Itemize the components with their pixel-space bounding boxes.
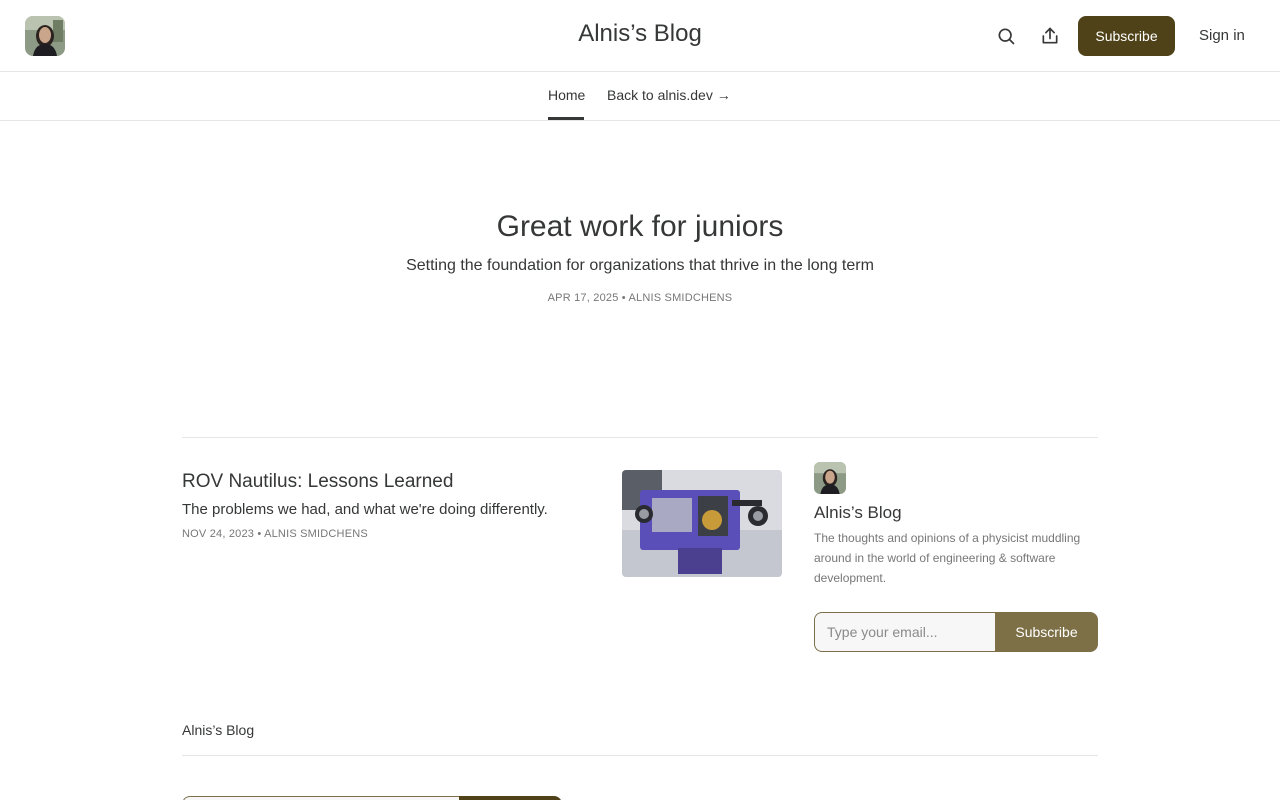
sidebar-description: The thoughts and opinions of a physicist… — [814, 531, 1081, 585]
footer-blog-name[interactable]: Alnis’s Blog — [182, 722, 254, 738]
featured-post-title[interactable]: Great work for juniors — [0, 210, 1280, 244]
active-tab-indicator — [548, 117, 584, 120]
post-meta: NOV 24, 2023 • ALNIS SMIDCHENS — [182, 528, 368, 540]
nav-bar: Home Back to alnis.dev → — [0, 72, 1280, 121]
email-input[interactable] — [814, 612, 996, 652]
footer-divider — [182, 755, 1098, 756]
featured-post-meta: APR 17, 2025 • ALNIS SMIDCHENS — [547, 292, 733, 304]
search-icon[interactable] — [994, 24, 1018, 48]
tab-back-to-site[interactable]: Back to alnis.dev → — [607, 87, 731, 103]
featured-post-subtitle: Setting the foundation for organizations… — [406, 257, 874, 274]
sidebar-subscribe-button[interactable]: Subscribe — [995, 612, 1098, 652]
sign-in-link[interactable]: Sign in — [1199, 27, 1245, 44]
top-bar: Alnis’s Blog Subscribe Sign in — [0, 0, 1280, 72]
divider — [182, 437, 1098, 438]
tab-home[interactable]: Home — [548, 87, 585, 103]
site-title[interactable]: Alnis’s Blog — [578, 20, 702, 47]
footer-subscribe-button[interactable] — [459, 796, 562, 800]
subscribe-button[interactable]: Subscribe — [1078, 16, 1175, 56]
sidebar-avatar[interactable] — [814, 462, 846, 494]
post-title[interactable]: ROV Nautilus: Lessons Learned — [182, 471, 453, 493]
post-thumbnail[interactable] — [622, 470, 782, 577]
footer-email-input[interactable] — [182, 796, 460, 800]
post-subtitle: The problems we had, and what we're doin… — [182, 501, 548, 518]
sidebar-blog-name[interactable]: Alnis’s Blog — [814, 503, 902, 523]
share-icon[interactable] — [1038, 24, 1062, 48]
blog-logo-avatar[interactable] — [25, 16, 65, 56]
